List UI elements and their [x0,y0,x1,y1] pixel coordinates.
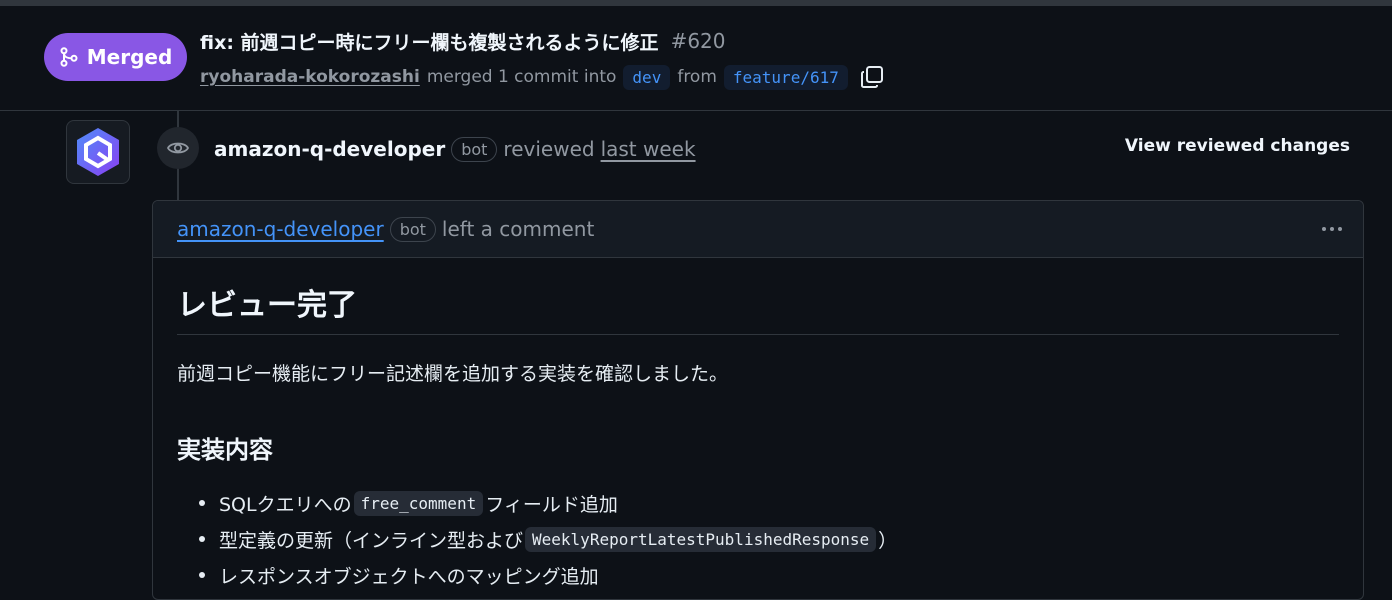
section-heading: 実装内容 [177,436,273,464]
bot-badge: bot [451,136,498,162]
kebab-horizontal-icon[interactable] [1317,215,1347,243]
bot-badge: bot [389,216,436,242]
inline-code: WeeklyReportLatestPublishedResponse [525,526,877,552]
comment-intro: 前週コピー機能にフリー記述欄を追加する実装を確認しました。 [177,363,729,385]
inline-code: free_comment [353,490,484,516]
amazon-q-logo-icon [77,128,119,176]
review-action: reviewed [503,137,595,161]
merged-status-badge: Merged [44,33,187,81]
comment-body: レビュー完了 前週コピー機能にフリー記述欄を追加する実装を確認しました。 実装内… [153,258,1363,593]
review-event: amazon-q-developer bot reviewed last wee… [214,133,696,165]
pr-meta: ryoharada-kokorozashi merged 1 commit in… [200,62,885,92]
from-word: from [677,67,717,87]
copy-icon[interactable] [859,64,885,90]
pr-merge-action: merged 1 commit into [426,67,617,87]
git-merge-icon [60,47,78,67]
merged-label: Merged [86,45,173,69]
pr-header: Merged fix: 前週コピー時にフリー欄も複製されるように修正 #620 … [0,6,1392,111]
list-item: 型定義の更新（インライン型および WeeklyReportLatestPubli… [199,521,1339,557]
review-time-link[interactable]: last week [601,137,696,161]
head-branch[interactable]: feature/617 [723,64,848,90]
comment-heading: レビュー完了 [177,280,1339,335]
list-item: SQLクエリへの free_comment フィールド追加 [199,485,1339,521]
view-reviewed-changes-button[interactable]: View reviewed changes [1125,136,1350,162]
pr-number: #620 [670,29,726,53]
list-item: レスポンスオブジェクトへのマッピング追加 [199,557,1339,593]
pr-title: fix: 前週コピー時にフリー欄も複製されるように修正 #620 [200,28,726,54]
base-branch[interactable]: dev [623,64,671,90]
comment-header: amazon-q-developer bot left a comment [153,201,1363,258]
pr-author-link[interactable]: ryoharada-kokorozashi [200,67,420,87]
comment-author-link[interactable]: amazon-q-developer [177,217,384,241]
avatar[interactable] [66,120,130,184]
comment-action: left a comment [441,217,595,241]
implementation-list: SQLクエリへの free_comment フィールド追加 型定義の更新（インラ… [177,485,1339,593]
reviewer-link[interactable]: amazon-q-developer [214,137,445,161]
pr-title-text: fix: 前週コピー時にフリー欄も複製されるように修正 [200,31,659,54]
review-comment: amazon-q-developer bot left a comment レビ… [152,200,1364,600]
eye-icon [157,127,199,169]
